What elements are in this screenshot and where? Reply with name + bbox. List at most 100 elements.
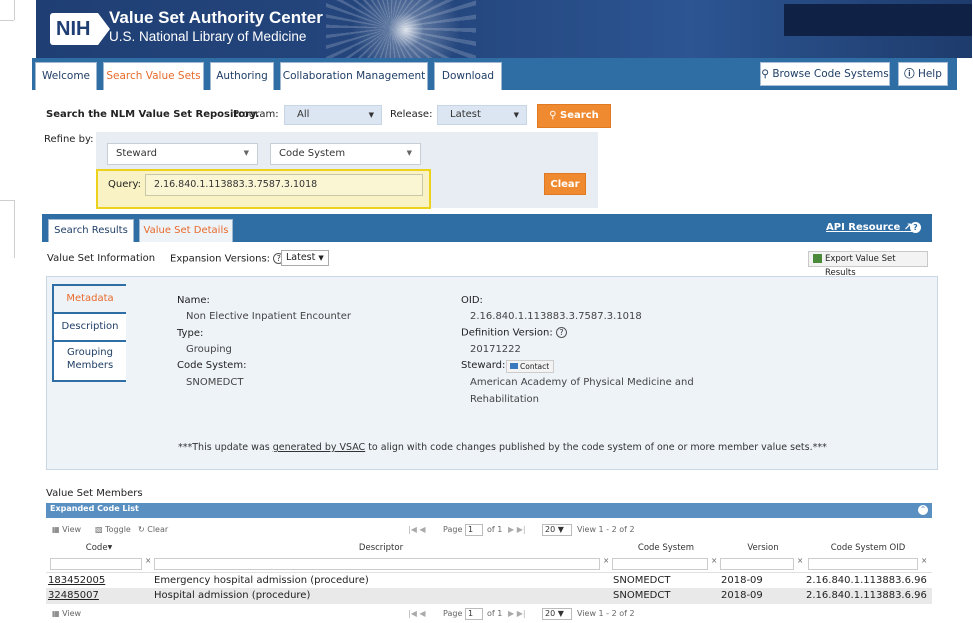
table-row[interactable]: 183452005 Emergency hospital admission (… [46, 572, 932, 588]
rows-per-page-value: 20 [545, 609, 556, 618]
steward-value-line2: Rehabilitation [470, 394, 540, 405]
tab-description[interactable]: Description [54, 314, 126, 340]
pager-next-last[interactable]: ▶ ▶| [508, 609, 526, 618]
definition-version-text: Definition Version: [461, 327, 553, 339]
help-button[interactable]: ⓘ Help [898, 62, 948, 86]
help-circle-icon[interactable]: ? [555, 327, 567, 338]
oid-label: OID: [461, 295, 483, 306]
filter-oid-input[interactable] [808, 558, 918, 570]
page-number-input[interactable]: 1 [465, 524, 483, 536]
table-row[interactable]: 32485007 Hospital admission (procedure) … [46, 588, 932, 604]
tab-search-value-sets[interactable]: Search Value Sets [103, 62, 204, 90]
steward-select[interactable]: Steward ▼ [107, 143, 258, 165]
export-label: Export Value Set Results [825, 254, 896, 278]
nih-logo[interactable]: NIH [50, 12, 111, 46]
filter-version-input[interactable] [720, 558, 794, 570]
clear-filter-icon[interactable]: × [711, 556, 717, 565]
expansion-label-text: Expansion Versions: [170, 253, 271, 265]
column-header-code-system[interactable]: Code System [612, 541, 720, 555]
collapse-icon[interactable]: ⌃ [918, 505, 928, 515]
export-results-button[interactable]: Export Value Set Results [808, 251, 928, 278]
tab-welcome[interactable]: Welcome [35, 62, 97, 90]
browse-code-systems-button[interactable]: ⚲ Browse Code Systems [760, 62, 890, 86]
results-tabbar: Search Results Value Set Details [42, 214, 932, 242]
clear-filter-icon[interactable]: × [603, 556, 609, 565]
page-number-input[interactable]: 1 [465, 608, 483, 620]
definition-version-label: Definition Version: ? [461, 327, 567, 339]
tab-metadata[interactable]: Metadata [54, 286, 126, 312]
contact-button[interactable]: Contact [506, 360, 554, 373]
value-set-members-title: Value Set Members [46, 488, 143, 499]
clear-filter-icon[interactable]: × [145, 556, 151, 565]
release-select-value: Latest [450, 109, 481, 120]
rows-per-page-value: 20 [545, 525, 556, 534]
refine-label: Refine by: [44, 134, 94, 145]
view-icon: ▦ [52, 525, 60, 534]
steward-label: Steward: [461, 360, 506, 371]
definition-version-value: 20171222 [470, 344, 521, 355]
column-header-descriptor[interactable]: Descriptor [152, 541, 610, 555]
column-header-oid[interactable]: Code System OID [806, 541, 930, 555]
value-set-info-title: Value Set Information [47, 253, 156, 264]
sort-icon: ▼ [107, 544, 113, 551]
clear-button[interactable]: Clear [544, 173, 586, 195]
code-system-value: SNOMEDCT [186, 377, 244, 388]
rows-per-page-select[interactable]: 20 ▼ [542, 524, 572, 536]
oid-cell: 2.16.840.1.113883.6.96 [806, 590, 927, 601]
query-input[interactable]: 2.16.840.1.113883.3.7587.3.1018 [145, 174, 423, 196]
search-icon: ⚲ [761, 68, 769, 80]
update-note-post: to align with code changes published by … [365, 442, 827, 453]
starburst-glow [336, 0, 476, 58]
generated-by-vsac-link[interactable]: generated by VSAC [273, 442, 365, 453]
release-label: Release: [390, 109, 433, 120]
divider-line [0, 20, 14, 21]
steward-value-line1: American Academy of Physical Medicine an… [470, 377, 694, 388]
pager-next-last[interactable]: ▶ ▶| [508, 525, 526, 534]
code-system-select[interactable]: Code System ▼ [270, 143, 421, 165]
code-link[interactable]: 32485007 [48, 588, 99, 604]
filter-code-system-input[interactable] [612, 558, 708, 570]
program-select[interactable]: All ▼ [284, 105, 382, 125]
filter-code-input[interactable] [50, 558, 142, 570]
column-header-version[interactable]: Version [720, 541, 806, 555]
version-cell: 2018-09 [721, 575, 763, 586]
search-button-label: Search [560, 110, 599, 121]
search-icon: ⚲ [549, 110, 557, 121]
search-button[interactable]: ⚲ Search [537, 104, 611, 128]
tab-search-results[interactable]: Search Results [48, 219, 134, 242]
tab-download[interactable]: Download [434, 62, 502, 90]
expansion-version-select[interactable]: Latest ▼ [281, 250, 329, 266]
tab-grouping-members[interactable]: Grouping Members [54, 342, 126, 380]
rows-per-page-select[interactable]: 20 ▼ [542, 608, 572, 620]
pager-page-label: Page [443, 609, 463, 618]
code-link[interactable]: 183452005 [48, 573, 105, 589]
grouping-members-label: Grouping Members [66, 347, 114, 371]
search-label: Search the NLM Value Set Repository. [46, 109, 260, 120]
tab-collaboration-management[interactable]: Collaboration Management [280, 62, 428, 90]
api-resource-link[interactable]: API Resource ↗ [826, 222, 912, 233]
release-select[interactable]: Latest ▼ [437, 105, 527, 125]
clear-filter-icon[interactable]: × [921, 556, 927, 565]
program-label: Program: [233, 109, 279, 120]
descriptor-cell: Emergency hospital admission (procedure) [154, 575, 369, 586]
clear-filter-icon[interactable]: × [797, 556, 803, 565]
tab-value-set-details[interactable]: Value Set Details [139, 219, 233, 242]
help-circle-icon[interactable]: ? [910, 222, 921, 233]
column-header-code[interactable]: Code▼ [50, 541, 148, 555]
view-range-label: View 1 - 2 of 2 [577, 525, 635, 534]
site-title-block: Value Set Authority Center U.S. National… [109, 8, 323, 46]
refresh-icon: ↻ [138, 525, 145, 534]
clear-filter-button[interactable]: ↻ Clear [138, 525, 168, 534]
tab-authoring[interactable]: Authoring [210, 62, 274, 90]
toggle-icon: ▧ [95, 525, 103, 534]
view-button-bottom[interactable]: ▦ View [52, 609, 81, 618]
contact-label: Contact [520, 362, 550, 371]
toggle-button[interactable]: ▧ Toggle [95, 525, 131, 534]
filter-descriptor-input[interactable] [154, 558, 600, 570]
pager-first-prev[interactable]: |◀ ◀ [408, 609, 426, 618]
triangle-down-icon: ▼ [368, 111, 374, 119]
clear-label: Clear [147, 525, 169, 534]
expanded-code-list-title: Expanded Code List [50, 504, 139, 513]
view-button[interactable]: ▦ View [52, 525, 81, 534]
pager-first-prev[interactable]: |◀ ◀ [408, 525, 426, 534]
